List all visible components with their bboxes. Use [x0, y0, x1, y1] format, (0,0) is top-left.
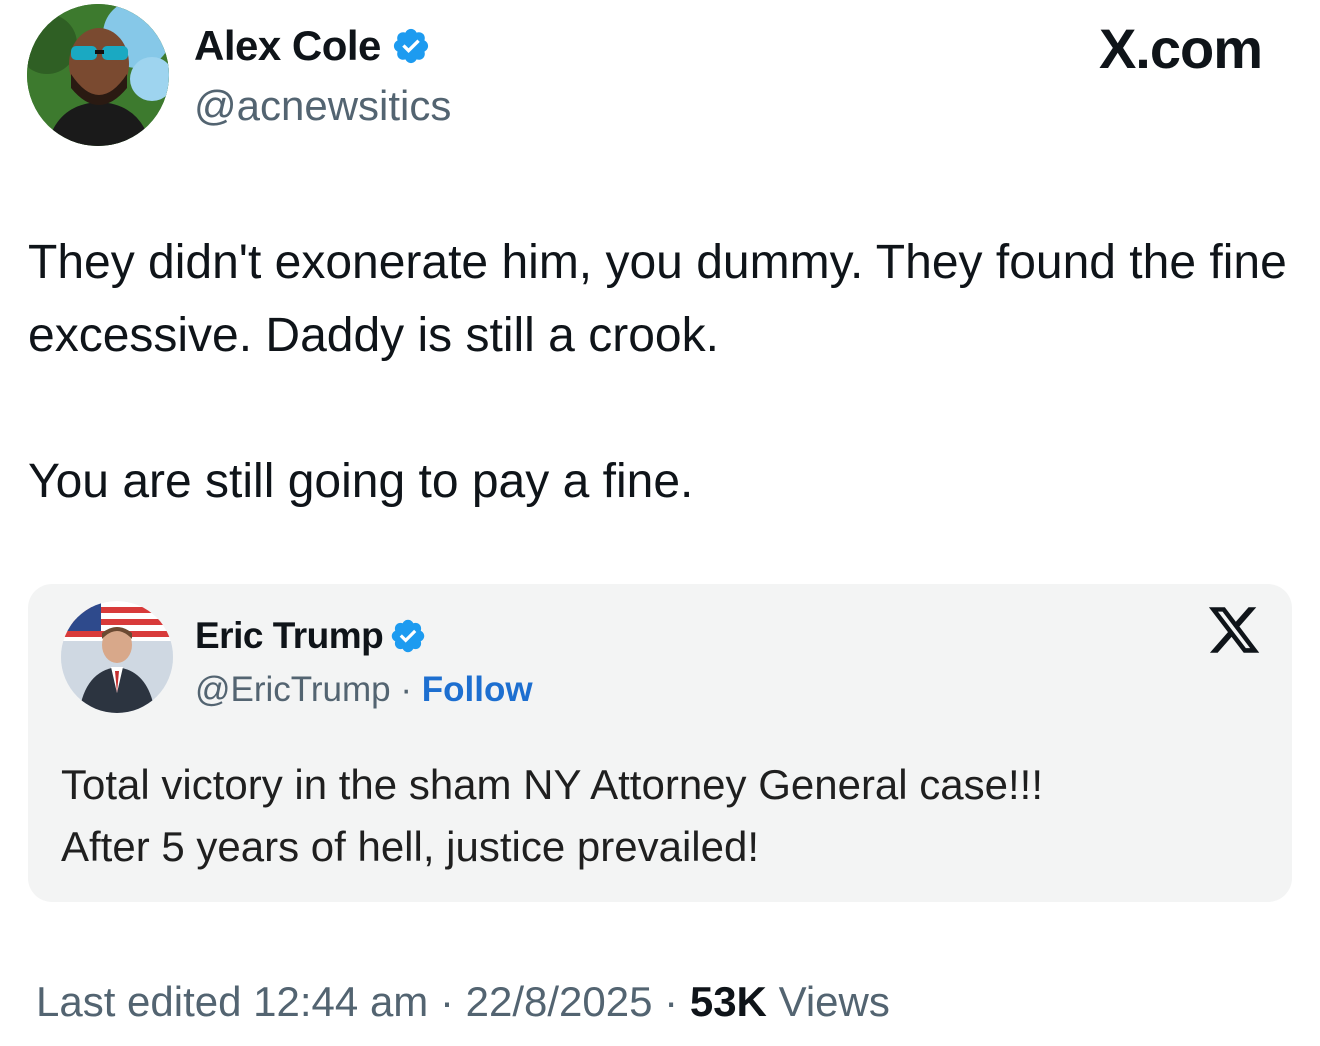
site-label: X.com	[1098, 17, 1263, 80]
timestamp-time[interactable]: 12:44 am	[253, 978, 428, 1025]
quoted-author-avatar[interactable]	[61, 601, 173, 713]
author-name[interactable]: Alex Cole	[194, 22, 381, 70]
views-count: 53K	[689, 978, 767, 1025]
tweet-paragraph: You are still going to pay a fine.	[28, 455, 694, 508]
x-logo-icon[interactable]	[1206, 604, 1262, 656]
tweet-text: They didn't exonerate him, you dummy. Th…	[28, 226, 1298, 518]
quoted-author-handle[interactable]: @EricTrump	[195, 670, 391, 709]
verified-badge-icon	[389, 617, 427, 655]
footer-separator: ·	[439, 978, 454, 1025]
tweet-paragraph: They didn't exonerate him, you dummy. Th…	[28, 236, 1287, 362]
follow-button[interactable]: Follow	[422, 670, 533, 709]
quoted-author-name-row: Eric Trump	[195, 614, 427, 658]
tweet-footer: Last edited 12:44 am · 22/8/2025 · 53K V…	[36, 978, 890, 1026]
meta-separator: ·	[400, 670, 413, 709]
quoted-author-name[interactable]: Eric Trump	[195, 615, 384, 657]
author-avatar[interactable]	[27, 4, 169, 146]
author-name-row: Alex Cole	[194, 22, 431, 70]
footer-separator: ·	[664, 978, 679, 1025]
quoted-tweet-text: Total victory in the sham NY Attorney Ge…	[61, 754, 1271, 878]
verified-badge-icon	[391, 26, 431, 66]
quoted-author-meta: @EricTrump · Follow	[195, 670, 533, 710]
views-label: Views	[778, 978, 890, 1025]
quoted-text-line: After 5 years of hell, justice prevailed…	[61, 823, 760, 870]
author-handle[interactable]: @acnewsitics	[194, 82, 451, 130]
quoted-tweet-card[interactable]: Eric Trump @EricTrump · Follow Total vic…	[28, 584, 1292, 902]
timestamp-date[interactable]: 22/8/2025	[466, 978, 653, 1025]
edited-label[interactable]: Last edited	[36, 978, 242, 1025]
quoted-text-line: Total victory in the sham NY Attorney Ge…	[61, 761, 1044, 808]
